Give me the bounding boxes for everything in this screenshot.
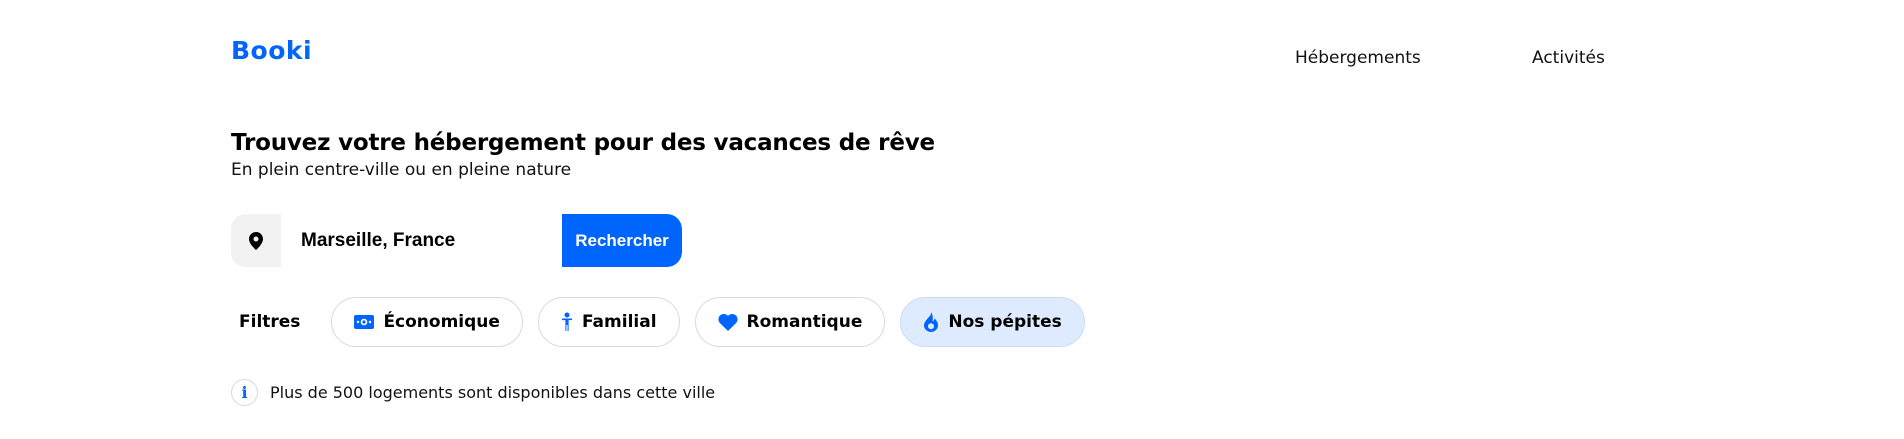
nav-link-activites[interactable]: Activités (1532, 48, 1605, 68)
filters-bar: Filtres Économique Familial Romantique N… (231, 297, 1100, 347)
filter-label: Nos pépites (948, 312, 1062, 332)
money-icon (354, 315, 375, 329)
filter-economique[interactable]: Économique (331, 297, 523, 347)
filter-romantique[interactable]: Romantique (694, 297, 886, 347)
info-text: Plus de 500 logements sont disponibles d… (270, 383, 716, 402)
page-subtitle: En plein centre-ville ou en pleine natur… (231, 160, 572, 180)
page-title: Trouvez votre hébergement pour des vacan… (231, 130, 935, 156)
search-button[interactable]: Rechercher (562, 214, 682, 267)
fire-icon (923, 312, 939, 332)
search-bar: Rechercher (231, 214, 682, 267)
filter-familial[interactable]: Familial (537, 297, 680, 347)
info-icon: i (231, 379, 258, 406)
logo[interactable]: Booki (231, 36, 312, 65)
filter-label: Économique (383, 312, 500, 332)
heart-icon (717, 313, 738, 331)
filter-label: Romantique (746, 312, 863, 332)
info-banner: i Plus de 500 logements sont disponibles… (231, 379, 715, 406)
filters-label: Filtres (239, 312, 301, 332)
filter-label: Familial (581, 312, 657, 332)
nav-link-hebergements[interactable]: Hébergements (1295, 48, 1421, 68)
location-pin-icon (231, 214, 281, 267)
search-input[interactable] (281, 214, 562, 267)
filter-nos-pepites[interactable]: Nos pépites (900, 297, 1085, 347)
person-icon (561, 312, 573, 332)
